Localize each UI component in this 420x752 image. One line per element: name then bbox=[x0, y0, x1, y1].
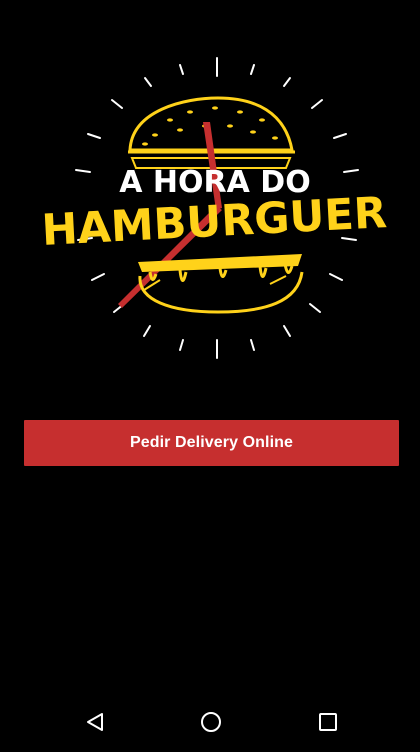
back-button[interactable] bbox=[75, 702, 115, 742]
recents-button[interactable] bbox=[308, 702, 348, 742]
system-nav-bar bbox=[0, 692, 420, 752]
order-delivery-button[interactable]: Pedir Delivery Online bbox=[24, 420, 399, 466]
square-recents-icon bbox=[319, 713, 337, 731]
logo-line2: HAMBURGUER bbox=[40, 188, 388, 256]
triangle-back-icon bbox=[87, 713, 103, 731]
bottom-bun bbox=[138, 254, 304, 314]
circle-home-icon bbox=[201, 712, 221, 732]
splash-screen: A HORA DO HAMBURGUER Pedir Delivery Onli… bbox=[0, 0, 420, 752]
order-delivery-label: Pedir Delivery Online bbox=[129, 434, 294, 451]
hamburger-clock-logo: A HORA DO HAMBURGUER bbox=[40, 57, 388, 359]
logo: A HORA DO HAMBURGUER bbox=[40, 40, 390, 370]
home-button[interactable] bbox=[191, 702, 231, 742]
